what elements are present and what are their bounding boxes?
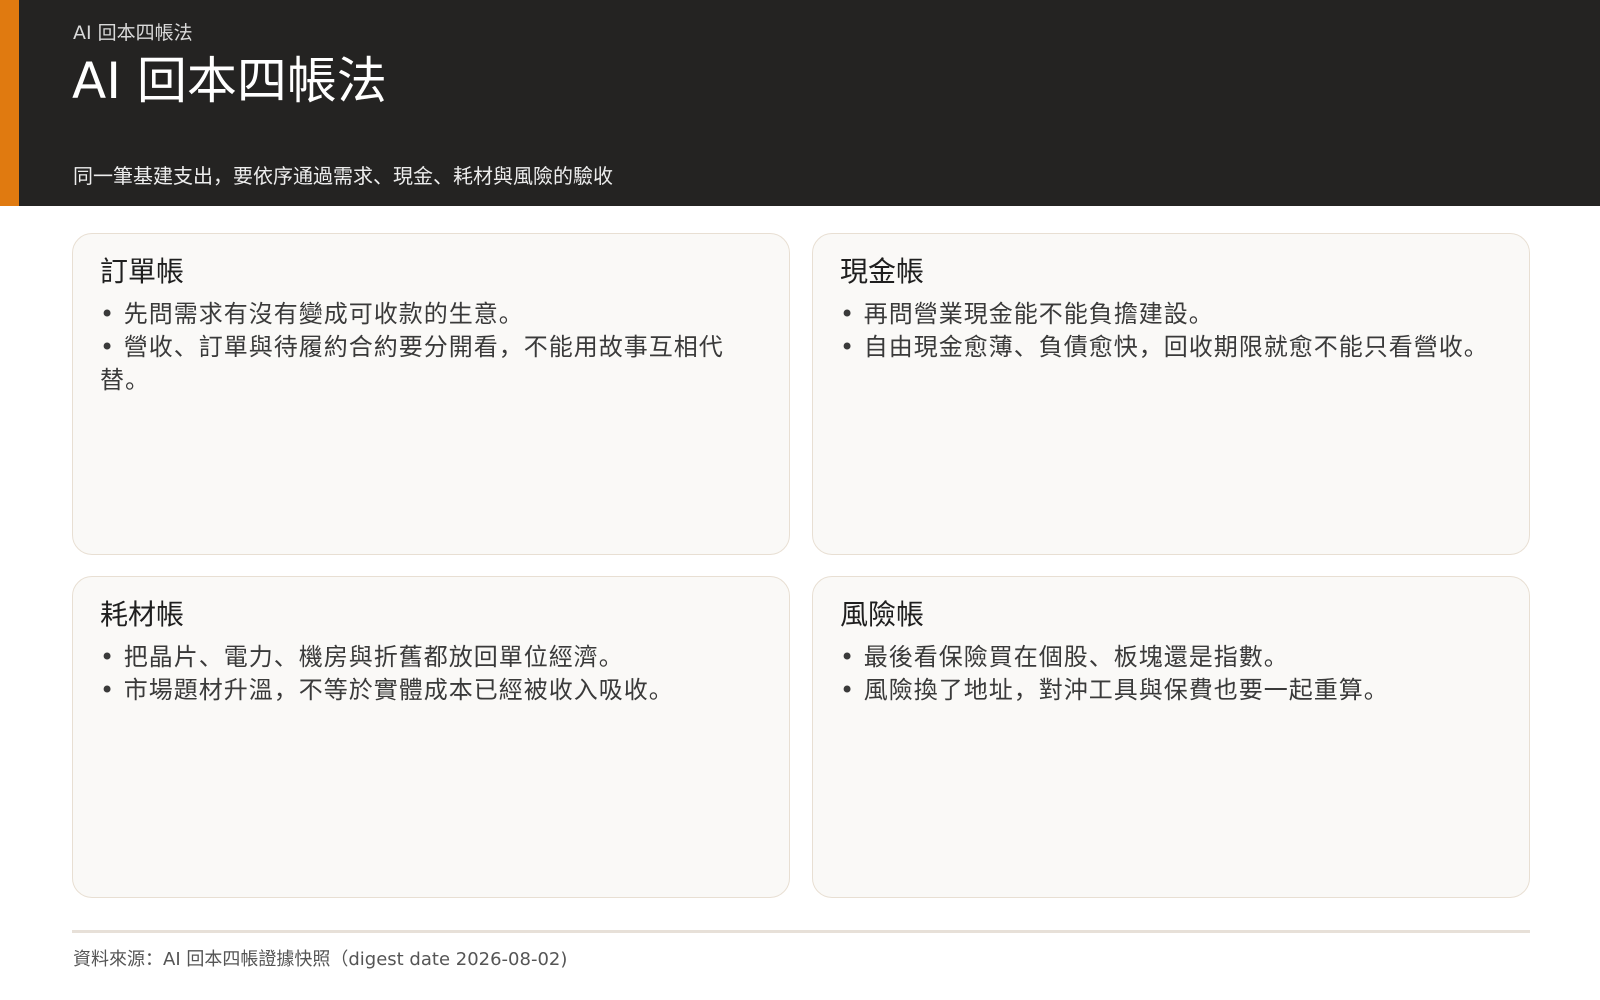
card-body: • 把晶片、電力、機房與折舊都放回單位經濟。 • 市場題材升溫，不等於實體成本已…: [100, 641, 762, 707]
card-title: 耗材帳: [100, 598, 185, 631]
card-body: • 最後看保險買在個股、板塊還是指數。 • 風險換了地址，對沖工具與保費也要一起…: [840, 641, 1502, 707]
card-body: • 先問需求有沒有變成可收款的生意。 • 營收、訂單與待履約合約要分開看，不能用…: [100, 298, 762, 397]
bullet-item: • 先問需求有沒有變成可收款的生意。: [100, 300, 524, 328]
ledger-grid: 訂單帳 • 先問需求有沒有變成可收款的生意。 • 營收、訂單與待履約合約要分開看…: [72, 233, 1530, 898]
footer-divider: [72, 930, 1530, 933]
bullet-item: • 風險換了地址，對沖工具與保費也要一起重算。: [840, 676, 1389, 704]
card-body: • 再問營業現金能不能負擔建設。 • 自由現金愈薄、負債愈快，回收期限就愈不能只…: [840, 298, 1502, 364]
card-cash-ledger: 現金帳 • 再問營業現金能不能負擔建設。 • 自由現金愈薄、負債愈快，回收期限就…: [812, 233, 1530, 555]
accent-bar: [0, 0, 19, 206]
source-note: 資料來源：AI 回本四帳證據快照（digest date 2026-08-02): [73, 949, 568, 970]
card-title: 風險帳: [840, 598, 925, 631]
bullet-item: • 最後看保險買在個股、板塊還是指數。: [840, 643, 1289, 671]
card-title: 訂單帳: [100, 255, 185, 288]
page-title: AI 回本四帳法: [72, 52, 387, 110]
bullet-item: • 再問營業現金能不能負擔建設。: [840, 300, 1214, 328]
card-risk-ledger: 風險帳 • 最後看保險買在個股、板塊還是指數。 • 風險換了地址，對沖工具與保費…: [812, 576, 1530, 898]
bullet-item: • 市場題材升溫，不等於實體成本已經被收入吸收。: [100, 676, 674, 704]
page-subtitle: 同一筆基建支出，要依序通過需求、現金、耗材與風險的驗收: [73, 164, 613, 188]
bullet-item: • 自由現金愈薄、負債愈快，回收期限就愈不能只看營收。: [840, 333, 1489, 361]
card-order-ledger: 訂單帳 • 先問需求有沒有變成可收款的生意。 • 營收、訂單與待履約合約要分開看…: [72, 233, 790, 555]
bullet-item: • 把晶片、電力、機房與折舊都放回單位經濟。: [100, 643, 624, 671]
card-title: 現金帳: [840, 255, 925, 288]
kicker-label: AI 回本四帳法: [73, 22, 193, 44]
card-consumables-ledger: 耗材帳 • 把晶片、電力、機房與折舊都放回單位經濟。 • 市場題材升溫，不等於實…: [72, 576, 790, 898]
bullet-item: • 營收、訂單與待履約合約要分開看，不能用故事互相代替。: [100, 333, 724, 394]
header-banner: AI 回本四帳法 AI 回本四帳法 同一筆基建支出，要依序通過需求、現金、耗材與…: [0, 0, 1600, 206]
